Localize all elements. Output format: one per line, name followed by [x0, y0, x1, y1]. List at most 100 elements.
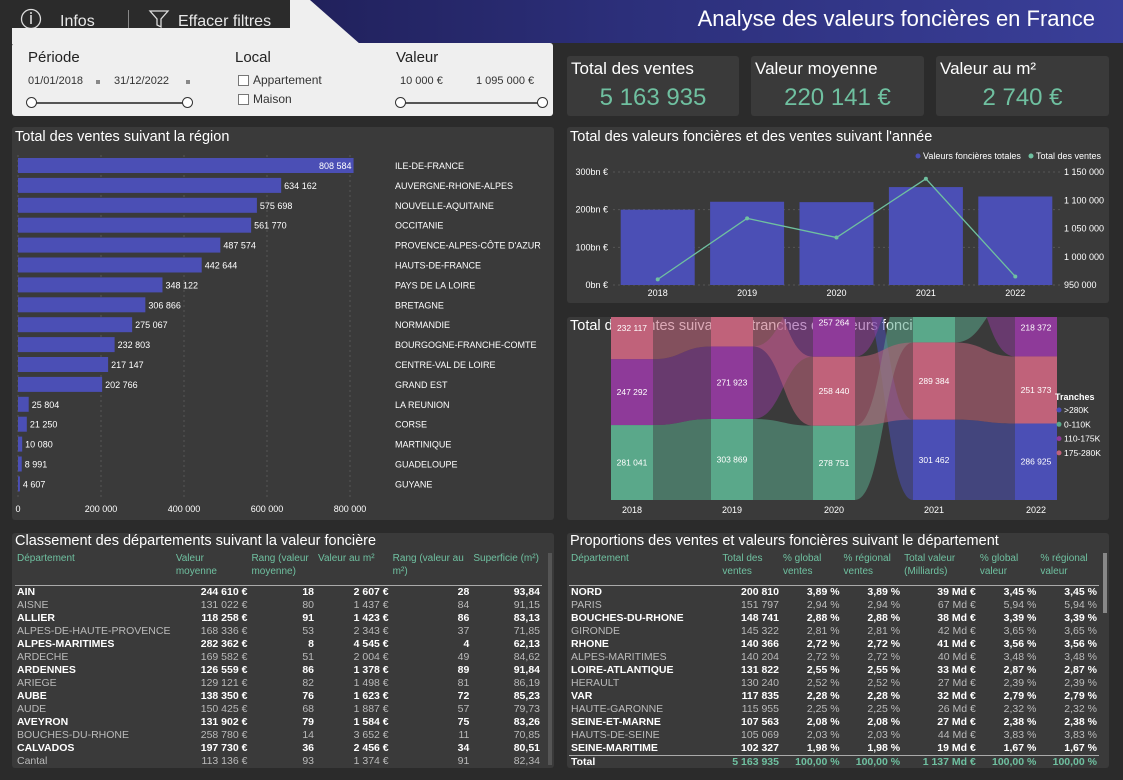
ribbon-segment[interactable] [711, 317, 753, 347]
table-row[interactable]: GIRONDE 145 322 2,81 % 2,81 % 42 Md € 3,65 % 3… [569, 625, 1099, 638]
table-row[interactable]: ALLIER 118 258 € 91 1 423 € 86 83,13 [15, 612, 542, 625]
column-header[interactable]: % global ventes [781, 552, 842, 582]
table-row[interactable]: ALPES-MARITIMES 140 204 2,72 % 2,72 % 40 Md … [569, 651, 1099, 664]
table-row[interactable]: AUDE 150 425 € 68 1 887 € 57 79,73 [15, 703, 542, 716]
value-cell: 1 437 € [353, 598, 389, 611]
table-row[interactable]: HAUTS-DE-SEINE 105 069 2,03 % 2,03 % 44 Md €… [569, 729, 1099, 742]
table-row[interactable]: AIN 244 610 € 18 2 607 € 28 93,84 [15, 585, 542, 599]
year-bar[interactable] [888, 187, 963, 285]
region-bar[interactable] [18, 396, 29, 412]
year-bar[interactable] [620, 209, 695, 285]
region-bar[interactable] [18, 237, 221, 253]
checkbox[interactable] [238, 94, 249, 106]
region-bar[interactable] [18, 436, 23, 452]
table-row[interactable]: ALPES-MARITIMES 282 362 € 8 4 545 € 4 62,13 [15, 638, 542, 651]
table-row[interactable]: HERAULT 130 240 2,52 % 2,52 % 27 Md € 2,39 % 2… [569, 677, 1099, 690]
column-header[interactable]: Total valeur (Milliards) [902, 552, 978, 582]
table-row[interactable]: AISNE 131 022 € 80 1 437 € 84 91,15 [15, 599, 542, 612]
region-bar[interactable] [18, 337, 115, 353]
value-slider-end-handle[interactable] [537, 97, 548, 108]
table-row[interactable]: BOUCHES-DU-RHONE 258 780 € 14 3 652 € 11 70,8… [15, 729, 542, 742]
column-header[interactable]: Département [15, 552, 174, 582]
column-header[interactable]: % régional valeur [1038, 552, 1099, 582]
value-slider-track[interactable] [402, 102, 542, 104]
region-bar[interactable] [18, 297, 146, 313]
table-row[interactable]: ARIEGE 129 121 € 82 1 498 € 81 86,19 [15, 677, 542, 690]
region-bar[interactable] [18, 197, 257, 213]
dept-table-scrollbar[interactable] [548, 553, 552, 765]
table-row[interactable]: NORD 200 810 3,89 % 3,89 % 39 Md € 3,45 % 3,45… [569, 585, 1099, 599]
region-bar[interactable] [18, 357, 109, 372]
table-row[interactable]: RHONE 140 366 2,72 % 2,72 % 41 Md € 3,56 % 3,5… [569, 638, 1099, 651]
region-bar-chart[interactable]: 0 200 000 400 000 600 000 800 000 808 584 ILE-… [12, 127, 554, 520]
value-cell: 2,79 % [1003, 689, 1037, 702]
value-cell: 32 Md € [937, 689, 976, 702]
calendar-icon[interactable] [96, 80, 100, 84]
table-row[interactable]: BOUCHES-DU-RHONE 148 741 2,88 % 2,88 % 38 Md… [569, 612, 1099, 625]
period-slider-end-handle[interactable] [182, 97, 193, 108]
table-row[interactable]: AUBE 138 350 € 76 1 623 € 72 85,23 [15, 690, 542, 703]
local-option-maison[interactable]: Maison [238, 92, 292, 106]
region-bar[interactable] [18, 217, 252, 233]
year-bar[interactable] [799, 202, 874, 285]
column-header[interactable]: Département [569, 552, 720, 582]
value-cell: 2,72 % [867, 650, 901, 663]
column-header[interactable]: Rang (valeur moyenne) [249, 552, 316, 582]
total-cell: 100,00 % [977, 754, 1039, 768]
table-row[interactable]: SEINE-MARITIME 102 327 1,98 % 1,98 % 19 Md €… [569, 742, 1099, 756]
column-header[interactable]: Valeur moyenne [174, 552, 250, 582]
local-option-appartement[interactable]: Appartement [238, 73, 322, 87]
table-row[interactable]: HAUTE-GARONNE 115 955 2,25 % 2,25 % 26 Md € 2… [569, 703, 1099, 716]
period-from[interactable]: 01/01/2018 [28, 75, 83, 87]
region-bar[interactable] [18, 177, 282, 193]
table-row[interactable]: VAR 117 835 2,28 % 2,28 % 32 Md € 2,79 % 2,79 … [569, 690, 1099, 703]
period-to[interactable]: 31/12/2022 [114, 75, 169, 87]
region-bar[interactable] [18, 376, 103, 392]
period-slider-start-handle[interactable] [26, 97, 37, 108]
year-combo-chart[interactable]: 0bn € 100bn € 200bn € 300bn € 950 000 1 000 0… [567, 127, 1109, 303]
sales-point[interactable] [655, 277, 660, 282]
value-min[interactable]: 10 000 € [400, 75, 443, 87]
column-header[interactable]: % régional ventes [842, 552, 903, 582]
segment-label: 251 373 [1021, 385, 1052, 395]
table-row[interactable]: SEINE-ET-MARNE 107 563 2,08 % 2,08 % 27 Md €… [569, 716, 1099, 729]
region-bar[interactable] [18, 476, 20, 492]
table-row[interactable]: AVEYRON 131 902 € 79 1 584 € 75 83,26 [15, 716, 542, 729]
table-row[interactable]: CALVADOS 197 730 € 36 2 456 € 34 80,51 [15, 742, 542, 755]
bar-value-label: 21 250 [30, 420, 58, 430]
sales-point[interactable] [1013, 274, 1018, 279]
value-slider-start-handle[interactable] [395, 97, 406, 108]
table-row[interactable]: ALPES-DE-HAUTE-PROVENCE 168 336 € 53 2 343 … [15, 625, 542, 638]
year-bar[interactable] [978, 196, 1053, 285]
ribbon-chart[interactable]: 200 800231 243238 819301 462286 925281 0… [567, 317, 1109, 520]
sales-point[interactable] [834, 235, 839, 240]
region-bar[interactable] [18, 257, 202, 273]
column-header[interactable]: Rang (valeur au m²) [391, 552, 472, 582]
column-header[interactable]: Total des ventes [720, 552, 781, 582]
value-cell: 2,08 % [806, 715, 840, 728]
checkbox[interactable] [238, 75, 249, 87]
region-bar[interactable] [18, 416, 27, 432]
sales-point[interactable] [745, 216, 750, 221]
prop-table-title: Proportions des ventes et valeurs fonciè… [570, 533, 999, 549]
value-max[interactable]: 1 095 000 € [476, 75, 534, 87]
ribbon-segment[interactable] [913, 317, 955, 343]
table-row[interactable]: ARDECHE 169 582 € 51 2 004 € 49 84,62 [15, 651, 542, 664]
column-header[interactable]: % global valeur [978, 552, 1039, 582]
table-row[interactable]: ARDENNES 126 559 € 86 1 378 € 89 91,84 [15, 664, 542, 677]
sales-point[interactable] [923, 176, 928, 181]
value-cell: 84,62 [513, 650, 540, 663]
calendar-icon[interactable] [186, 80, 190, 84]
table-row[interactable]: LOIRE-ATLANTIQUE 131 822 2,55 % 2,55 % 33 Md… [569, 664, 1099, 677]
table-row[interactable]: Cantal 113 136 € 93 1 374 € 91 82,34 [15, 755, 542, 768]
region-bar[interactable] [18, 158, 354, 173]
column-header[interactable]: Valeur au m² [316, 552, 391, 582]
column-header[interactable]: Superficie (m²) [471, 552, 542, 582]
period-slider-track[interactable] [32, 102, 188, 104]
region-bar[interactable] [18, 317, 133, 333]
region-bar[interactable] [18, 277, 163, 293]
year-bar[interactable] [710, 201, 785, 285]
region-bar[interactable] [18, 456, 22, 472]
prop-table-scrollbar[interactable] [1103, 553, 1107, 613]
table-row[interactable]: PARIS 151 797 2,94 % 2,94 % 67 Md € 5,94 % 5,9… [569, 599, 1099, 612]
